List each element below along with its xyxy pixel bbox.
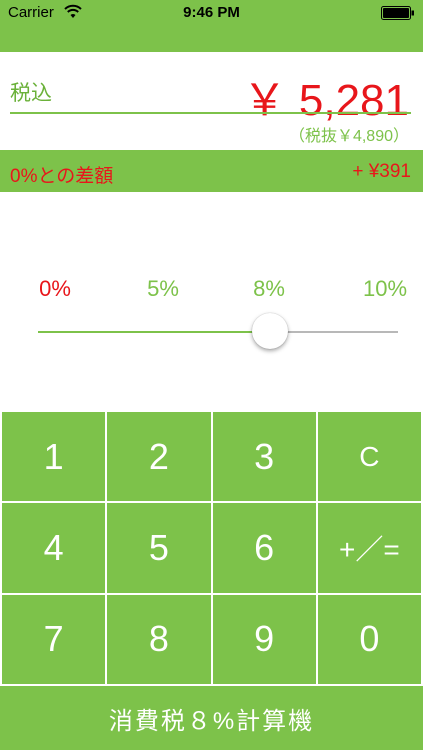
difference-value: + ¥391 [352, 161, 411, 182]
app-title-bar: 消費税８%計算機 [0, 686, 423, 750]
key-2[interactable]: 2 [107, 412, 211, 502]
app-title: 消費税８%計算機 [108, 707, 315, 735]
rate-slider-thumb[interactable] [252, 313, 288, 349]
pre-tax-price: （税抜￥4,890） [288, 128, 409, 145]
key-6[interactable]: 6 [212, 503, 316, 593]
key-tax-toggle[interactable]: +／= [317, 503, 421, 593]
rate-option-8[interactable]: 8% [234, 276, 304, 302]
keypad: 1 2 3 C 4 5 6 +／= 7 8 9 0 [0, 410, 423, 686]
key-1[interactable]: 1 [2, 412, 106, 502]
difference-band: 0%との差額 + ¥391 [0, 150, 423, 192]
price-display: 税込 ￥ 5,281 （税抜￥4,890） [0, 52, 423, 150]
tax-included-label: 税込 [10, 82, 52, 105]
tax-rate-selector: 0% 5% 8% 10% [0, 192, 423, 410]
rate-option-0[interactable]: 0% [20, 276, 90, 302]
price-underline [10, 112, 411, 114]
status-time: 9:46 PM [183, 4, 240, 21]
key-8[interactable]: 8 [107, 594, 211, 684]
key-5[interactable]: 5 [107, 503, 211, 593]
difference-label: 0%との差額 [10, 166, 114, 187]
rate-option-5[interactable]: 5% [128, 276, 198, 302]
rate-option-10[interactable]: 10% [350, 276, 420, 302]
key-3[interactable]: 3 [212, 412, 316, 502]
rate-slider-track[interactable] [38, 331, 398, 333]
key-4[interactable]: 4 [2, 503, 106, 593]
status-bar: Carrier 9:46 PM [0, 0, 423, 26]
key-7[interactable]: 7 [2, 594, 106, 684]
key-clear[interactable]: C [317, 412, 421, 502]
battery-icon [381, 6, 414, 20]
tax-included-price: ￥ 5,281 [242, 76, 409, 125]
key-9[interactable]: 9 [212, 594, 316, 684]
rate-slider-fill [38, 331, 270, 333]
key-0[interactable]: 0 [317, 594, 421, 684]
